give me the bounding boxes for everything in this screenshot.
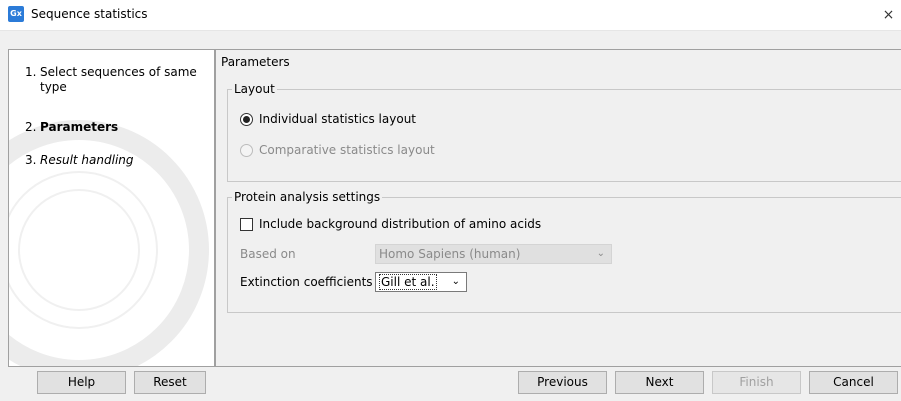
based-on-select: Homo Sapiens (human) ⌄	[375, 244, 612, 264]
app-logo-icon: Gx	[8, 6, 24, 22]
include-background-checkbox[interactable]	[240, 218, 253, 231]
extinction-coefficients-label: Extinction coefficients	[240, 275, 373, 289]
step-number: 1.	[25, 65, 37, 79]
based-on-label: Based on	[240, 247, 296, 261]
panel-title: Parameters	[221, 55, 290, 69]
title-bar: Gx Sequence statistics ×	[0, 0, 901, 31]
based-on-value: Homo Sapiens (human)	[379, 247, 521, 261]
previous-button[interactable]: Previous	[518, 371, 607, 394]
comparative-layout-label: Comparative statistics layout	[259, 143, 435, 157]
layout-legend: Layout	[234, 82, 275, 96]
step-label: Parameters	[40, 120, 119, 134]
chevron-down-icon: ⌄	[451, 276, 460, 287]
reset-button[interactable]: Reset	[134, 371, 206, 394]
layout-group: Layout	[227, 82, 901, 182]
extinction-coefficients-value: Gill et al.	[379, 274, 437, 290]
wizard-steps-panel: 1. Select sequences of same type 2. Para…	[8, 49, 215, 367]
cancel-button[interactable]: Cancel	[809, 371, 898, 394]
next-button[interactable]: Next	[615, 371, 704, 394]
window-title: Sequence statistics	[31, 7, 148, 21]
step-label: Select sequences of same type	[40, 65, 197, 94]
chevron-down-icon: ⌄	[596, 248, 605, 259]
close-icon[interactable]: ×	[876, 3, 901, 27]
protein-analysis-legend: Protein analysis settings	[234, 190, 381, 204]
step-label: Result handling	[40, 153, 134, 167]
comparative-layout-radio	[240, 144, 253, 157]
help-button[interactable]: Help	[37, 371, 126, 394]
step-number: 2.	[25, 120, 37, 134]
finish-button: Finish	[712, 371, 801, 394]
include-background-label[interactable]: Include background distribution of amino…	[259, 217, 541, 231]
individual-layout-radio[interactable]	[240, 113, 253, 126]
individual-layout-label[interactable]: Individual statistics layout	[259, 112, 416, 126]
step-number: 3.	[25, 153, 37, 167]
extinction-coefficients-select[interactable]: Gill et al. ⌄	[375, 272, 467, 292]
